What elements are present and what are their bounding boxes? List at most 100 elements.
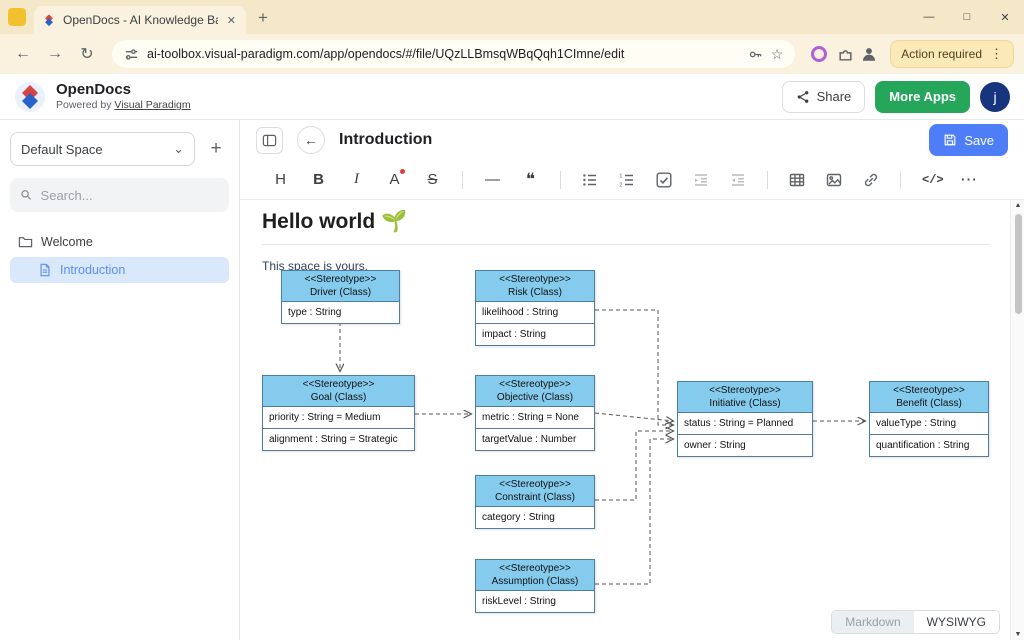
tree-item-label: Welcome <box>41 235 93 249</box>
uml-class-name: Benefit (Class) <box>872 397 986 410</box>
uml-class-name: Objective (Class) <box>478 391 592 404</box>
toolbar-more-button[interactable]: ⋯ <box>960 171 977 188</box>
document-editor[interactable]: Hello world 🌱 This space is yours. <box>240 200 1024 640</box>
save-button[interactable]: Save <box>929 124 1008 156</box>
uml-class-goal[interactable]: <<Stereotype>> Goal (Class) priority : S… <box>262 375 415 451</box>
uml-class-name: Constraint (Class) <box>478 491 592 504</box>
search-input[interactable] <box>41 188 219 203</box>
bold-button[interactable]: B <box>310 172 327 187</box>
more-apps-label: More Apps <box>889 89 956 104</box>
maximize-button[interactable]: □ <box>948 0 986 34</box>
tab-favicon-icon <box>42 13 56 27</box>
back-button[interactable]: ← <box>297 126 325 154</box>
refresh-icon[interactable]: ↻ <box>74 41 100 67</box>
add-document-button[interactable]: + <box>203 138 229 160</box>
new-tab-button[interactable]: + <box>246 8 280 34</box>
toolbar-divider <box>462 171 463 189</box>
text-color-button[interactable]: A <box>386 172 403 187</box>
close-button[interactable]: ✕ <box>986 0 1024 34</box>
uml-class-driver[interactable]: <<Stereotype>> Driver (Class) type : Str… <box>281 270 400 324</box>
blockquote-button[interactable]: ❝ <box>522 171 539 188</box>
uml-attribute: likelihood : String <box>476 302 594 323</box>
minimize-button[interactable]: — <box>910 0 948 34</box>
uml-class-risk[interactable]: <<Stereotype>> Risk (Class) likelihood :… <box>475 270 595 346</box>
svg-text:2: 2 <box>619 182 622 187</box>
uml-class-constraint[interactable]: <<Stereotype>> Constraint (Class) catego… <box>475 475 595 529</box>
uml-attribute: status : String = Planned <box>678 413 812 434</box>
more-apps-button[interactable]: More Apps <box>875 81 970 113</box>
forward-icon[interactable]: → <box>42 41 68 67</box>
back-icon[interactable]: ← <box>10 41 36 67</box>
profile-icon[interactable] <box>860 45 878 63</box>
action-required-button[interactable]: Action required ⋮ <box>890 40 1014 68</box>
uml-stereotype: <<Stereotype>> <box>265 378 412 391</box>
more-menu-icon[interactable]: ⋮ <box>990 46 1003 62</box>
sidebar-item-introduction[interactable]: Introduction <box>10 257 229 283</box>
image-button[interactable] <box>826 172 842 188</box>
checklist-button[interactable] <box>656 172 672 188</box>
tab-close-icon[interactable]: ✕ <box>225 14 238 27</box>
uml-attribute: valueType : String <box>870 413 988 434</box>
uml-attribute: targetValue : Number <box>476 428 594 450</box>
share-button[interactable]: Share <box>782 81 866 113</box>
document-icon <box>38 263 52 277</box>
uml-class-objective[interactable]: <<Stereotype>> Objective (Class) metric … <box>475 375 595 451</box>
url-text[interactable]: ai-toolbox.visual-paradigm.com/app/opend… <box>147 47 740 61</box>
numbered-list-button[interactable]: 1 2 <box>619 172 635 188</box>
table-button[interactable] <box>789 172 805 188</box>
italic-button[interactable]: I <box>348 172 365 187</box>
uml-attribute: impact : String <box>476 323 594 345</box>
space-name: Default Space <box>21 142 103 157</box>
scrollbar-thumb[interactable] <box>1015 214 1022 314</box>
password-key-icon[interactable] <box>748 47 763 62</box>
uml-attribute: alignment : String = Strategic <box>263 428 414 450</box>
heading-button[interactable]: H <box>272 172 289 187</box>
scroll-down-icon[interactable]: ▼ <box>1011 631 1024 638</box>
svg-text:1: 1 <box>619 173 622 179</box>
sidebar-item-welcome[interactable]: Welcome <box>10 228 229 255</box>
indent-decrease-button[interactable] <box>730 172 746 188</box>
scroll-up-icon[interactable]: ▲ <box>1011 202 1024 209</box>
sidebar: Default Space ⌄ + Welcome <box>0 120 240 640</box>
app-title: OpenDocs <box>56 81 191 100</box>
bullet-list-button[interactable] <box>582 172 598 188</box>
indent-increase-button[interactable] <box>693 172 709 188</box>
wysiwyg-mode-button[interactable]: WYSIWYG <box>914 611 999 633</box>
toolbar-divider <box>767 171 768 189</box>
editor-scrollbar[interactable]: ▲ ▼ <box>1010 200 1024 640</box>
panel-icon <box>262 133 277 148</box>
uml-class-initiative[interactable]: <<Stereotype>> Initiative (Class) status… <box>677 381 813 457</box>
uml-class-benefit[interactable]: <<Stereotype>> Benefit (Class) valueType… <box>869 381 989 457</box>
uml-class-name: Goal (Class) <box>265 391 412 404</box>
profile-color-chip[interactable] <box>8 8 26 26</box>
uml-attribute: type : String <box>282 302 399 323</box>
document-tree: Welcome Introduction <box>10 228 229 283</box>
visual-paradigm-link[interactable]: Visual Paradigm <box>114 99 190 111</box>
horizontal-rule-button[interactable]: — <box>484 172 501 187</box>
toolbar-divider <box>900 171 901 189</box>
bookmark-star-icon[interactable]: ☆ <box>771 46 784 63</box>
extensions-puzzle-icon[interactable] <box>837 46 854 63</box>
browser-tab[interactable]: OpenDocs - AI Knowledge Base ✕ <box>34 6 246 34</box>
uml-class-assumption[interactable]: <<Stereotype>> Assumption (Class) riskLe… <box>475 559 595 613</box>
uml-class-name: Driver (Class) <box>284 286 397 299</box>
code-block-button[interactable]: </> <box>922 174 939 186</box>
uml-class-name: Initiative (Class) <box>680 397 810 410</box>
app-header: OpenDocs Powered by Visual Paradigm Shar… <box>0 74 1024 120</box>
search-box[interactable] <box>10 178 229 212</box>
uml-stereotype: <<Stereotype>> <box>680 384 810 397</box>
toggle-sidebar-button[interactable] <box>256 127 283 154</box>
markdown-mode-button[interactable]: Markdown <box>832 611 913 633</box>
user-avatar[interactable]: j <box>980 82 1010 112</box>
address-bar[interactable]: ai-toolbox.visual-paradigm.com/app/opend… <box>112 40 795 68</box>
space-selector[interactable]: Default Space ⌄ <box>10 132 195 166</box>
site-info-tune-icon[interactable] <box>124 47 139 62</box>
tree-item-label: Introduction <box>60 263 125 277</box>
extension-icon[interactable] <box>811 46 827 62</box>
link-button[interactable] <box>863 172 879 188</box>
document-heading[interactable]: Hello world 🌱 <box>262 210 990 234</box>
page-title: Introduction <box>339 131 432 149</box>
search-icon <box>20 188 33 202</box>
strikethrough-button[interactable]: S <box>424 172 441 187</box>
uml-attribute: quantification : String <box>870 434 988 456</box>
